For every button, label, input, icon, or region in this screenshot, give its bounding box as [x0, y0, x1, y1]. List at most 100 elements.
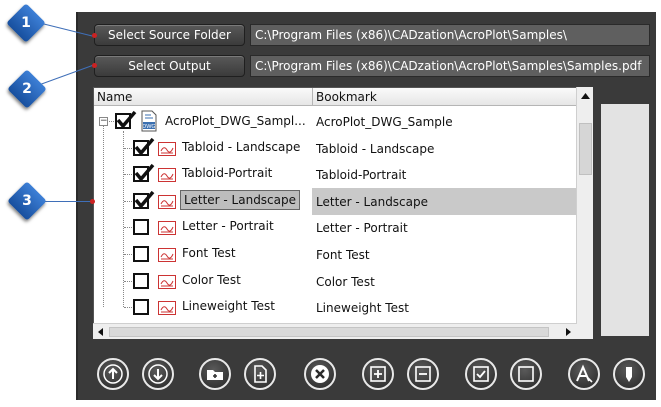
add-folder-button[interactable] [199, 358, 231, 390]
tree-expander[interactable]: − [99, 117, 108, 126]
layout-bookmark[interactable]: Font Test [312, 241, 576, 268]
arrow-up-icon [103, 364, 123, 384]
column-divider[interactable] [312, 88, 313, 106]
bookmark-text: Tabloid - Landscape [316, 141, 435, 156]
tree-connector [124, 307, 132, 308]
layout-checkbox[interactable] [133, 246, 149, 262]
select-output-button[interactable]: Select Output [94, 55, 245, 77]
checkmark-icon [116, 110, 137, 129]
pen-settings-icon [626, 367, 632, 382]
tree-connector [124, 254, 132, 255]
layout-bookmark[interactable]: Tabloid-Portrait [312, 161, 576, 188]
dwg-file-icon: DWG [141, 110, 157, 132]
check-all-button[interactable] [465, 358, 497, 390]
layout-name: Letter - Portrait [182, 219, 274, 233]
tree-row-tabloid-landscape[interactable]: Tabloid - Landscape Tabloid - Landscape [94, 135, 576, 162]
callout-target-dot [92, 63, 97, 68]
arrow-down-icon [148, 364, 168, 384]
tree-row-letter-portrait[interactable]: Letter - Portrait Letter - Portrait [94, 214, 576, 241]
layout-name: Tabloid - Landscape [182, 140, 301, 154]
scroll-up-icon[interactable] [577, 88, 594, 104]
layout-tree-view[interactable]: Name Bookmark − DWG AcroPlot_DWG_Sampl..… [93, 87, 577, 339]
tree-row-color-test[interactable]: Color Test Color Test [94, 268, 576, 295]
source-path-field[interactable]: C:\Program Files (x86)\CADzation\AcroPlo… [250, 24, 650, 46]
vertical-scroll-thumb[interactable] [579, 123, 592, 175]
layout-checkbox[interactable] [133, 299, 149, 315]
layout-checkbox[interactable] [133, 137, 155, 156]
expand-all-button[interactable] [362, 358, 394, 390]
uncheck-all-button[interactable] [510, 358, 542, 390]
horizontal-scrollbar[interactable] [93, 323, 577, 339]
tree-row-font-test[interactable]: Font Test Font Test [94, 241, 576, 268]
uncheck-all-icon [518, 366, 534, 382]
remove-button[interactable] [304, 358, 336, 390]
callout-target-dot [90, 199, 95, 204]
layout-checkbox[interactable] [133, 273, 149, 289]
layout-name: Letter - Landscape [180, 190, 301, 210]
layout-icon [158, 248, 176, 262]
bookmark-text: AcroPlot_DWG_Sample [316, 114, 453, 129]
layout-name: Lineweight Test [182, 299, 275, 313]
bookmark-text: Tabloid-Portrait [316, 167, 407, 182]
tree-connector [124, 201, 132, 202]
bookmark-text: Lineweight Test [316, 300, 409, 315]
callout-number: 3 [22, 193, 32, 209]
layout-name: Font Test [182, 246, 236, 260]
vertical-scrollbar[interactable] [576, 87, 593, 339]
bookmark-text: Font Test [316, 247, 370, 262]
tree-row-tabloid-portrait[interactable]: Tabloid-Portrait Tabloid-Portrait [94, 161, 576, 188]
horizontal-scroll-thumb[interactable] [109, 327, 549, 337]
layout-bookmark[interactable]: Letter - Portrait [312, 214, 576, 241]
output-path-field[interactable]: C:\Program Files (x86)\CADzation\AcroPlo… [250, 55, 650, 77]
move-down-button[interactable] [142, 358, 174, 390]
layout-bookmark[interactable]: Lineweight Test [312, 294, 576, 321]
tree-row-letter-landscape[interactable]: Letter - Landscape Letter - Landscape [94, 188, 576, 215]
layout-bookmark[interactable]: Tabloid - Landscape [312, 135, 576, 162]
layout-name: Tabloid-Portrait [182, 166, 273, 180]
add-folder-icon [207, 370, 223, 380]
tree-connector [124, 281, 132, 282]
layout-icon [158, 275, 176, 289]
checkmark-icon [134, 190, 155, 209]
bookmark-text: Letter - Landscape [316, 194, 429, 209]
scroll-left-icon[interactable] [94, 325, 108, 339]
root-checkbox[interactable] [115, 110, 137, 129]
callout-number: 2 [22, 81, 32, 97]
layout-icon [158, 142, 176, 156]
layout-checkbox[interactable] [133, 163, 155, 182]
layout-icon [158, 221, 176, 235]
svg-text:DWG: DWG [142, 124, 155, 130]
font-settings-button[interactable] [568, 358, 600, 390]
root-name: AcroPlot_DWG_Sampl... [165, 114, 306, 128]
expand-all-icon [370, 366, 386, 382]
root-bookmark[interactable]: AcroPlot_DWG_Sample [312, 108, 576, 135]
select-source-folder-button[interactable]: Select Source Folder [94, 24, 245, 46]
column-header-bookmark[interactable]: Bookmark [316, 90, 377, 104]
checkmark-icon [134, 163, 155, 182]
layout-icon [158, 301, 176, 315]
layout-checkbox[interactable] [133, 190, 155, 209]
layout-bookmark[interactable]: Color Test [312, 268, 576, 295]
callout-number: 1 [21, 15, 31, 31]
scroll-right-icon[interactable] [561, 325, 575, 339]
bookmark-text: Color Test [316, 274, 375, 289]
tree-header: Name Bookmark [94, 88, 576, 106]
checkmark-icon [134, 137, 155, 156]
tree-connector [124, 227, 132, 228]
layout-bookmark[interactable]: Letter - Landscape [312, 188, 576, 215]
tree-row-lineweight-test[interactable]: Lineweight Test Lineweight Test [94, 294, 576, 321]
add-file-button[interactable] [244, 358, 276, 390]
pen-settings-button[interactable] [613, 358, 645, 390]
bookmark-text: Letter - Portrait [316, 220, 408, 235]
move-up-button[interactable] [97, 358, 129, 390]
column-header-name[interactable]: Name [97, 90, 132, 104]
tree-connector [109, 121, 114, 122]
collapse-all-button[interactable] [407, 358, 439, 390]
tree-connector [124, 148, 132, 149]
tree-root-row[interactable]: − DWG AcroPlot_DWG_Sampl... AcroPlot_DWG… [94, 108, 576, 135]
layout-icon [158, 195, 176, 209]
callout-target-dot [92, 33, 97, 38]
layout-checkbox[interactable] [133, 219, 149, 235]
callout-leader [42, 201, 92, 202]
collapse-all-icon [415, 366, 431, 382]
